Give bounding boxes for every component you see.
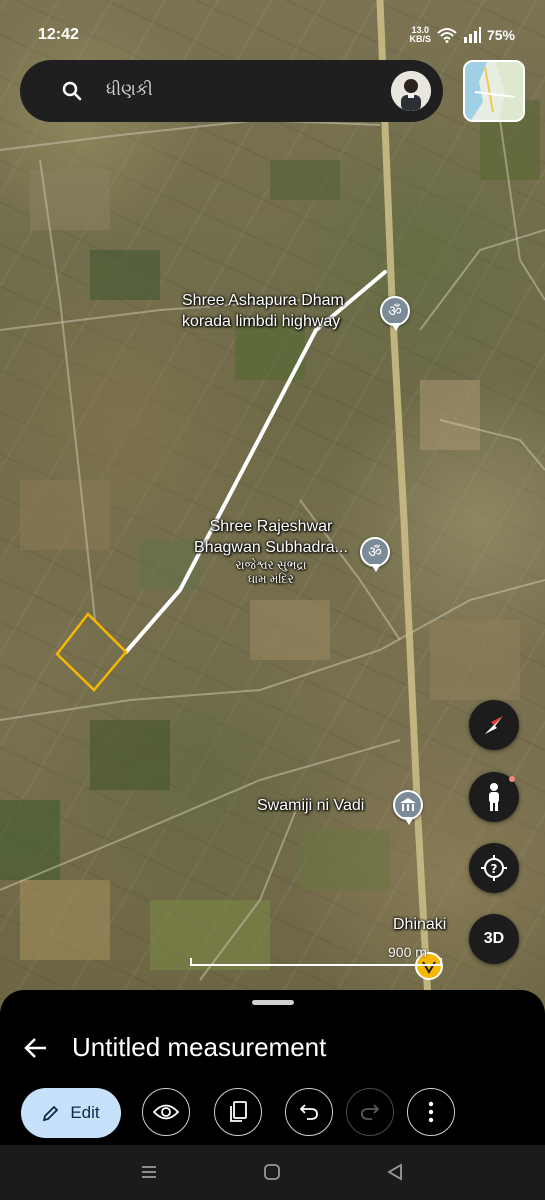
place-pin-rajeshwar[interactable]: ॐ — [360, 537, 390, 572]
search-icon[interactable] — [62, 81, 82, 101]
place-name-line1: Shree Rajeshwar — [209, 518, 333, 535]
place-name-line1: Shree Ashapura Dham — [182, 292, 344, 309]
om-symbol-icon: ॐ — [368, 544, 382, 561]
more-options-button[interactable] — [407, 1088, 455, 1136]
copy-icon — [230, 1101, 247, 1122]
redo-icon — [361, 1104, 380, 1120]
scale-bar — [190, 958, 442, 966]
network-speed: 13.0 KB/S — [409, 26, 431, 44]
place-name-line2: Bhagwan Subhadra... — [194, 539, 348, 556]
copy-button[interactable] — [214, 1088, 262, 1136]
pegman-icon — [489, 783, 499, 811]
place-label-swamiji[interactable]: Swamiji ni Vadi — [257, 795, 364, 816]
system-nav-bar — [0, 1145, 545, 1200]
svg-text:?: ? — [491, 862, 498, 876]
profile-photo — [391, 71, 431, 111]
measurement-title: Untitled measurement — [72, 1032, 327, 1062]
recent-apps-icon[interactable] — [140, 1163, 158, 1181]
measurement-polygon — [55, 612, 128, 692]
place-pin-ashapura[interactable]: ॐ — [380, 296, 410, 331]
edit-button[interactable]: Edit — [21, 1088, 121, 1138]
place-name-line2: korada limbdi highway — [182, 313, 341, 330]
battery-level: 75% — [486, 27, 515, 43]
back-arrow-icon[interactable] — [22, 1034, 50, 1062]
back-nav-icon[interactable] — [386, 1163, 404, 1181]
3d-toggle-button[interactable]: 3D — [469, 914, 519, 964]
temple-icon — [400, 798, 416, 811]
compass-icon — [485, 716, 503, 734]
location-unknown-icon: ? — [481, 855, 507, 881]
place-label-rajeshwar[interactable]: Shree Rajeshwar Bhagwan Subhadra... રાજે… — [176, 516, 366, 586]
wifi-icon — [437, 28, 457, 43]
search-query[interactable]: ધીણકી — [106, 80, 153, 100]
place-label-ashapura[interactable]: Shree Ashapura Dham korada limbdi highwa… — [182, 290, 344, 332]
om-symbol-icon: ॐ — [388, 303, 402, 320]
edit-label: Edit — [70, 1103, 100, 1122]
home-icon[interactable] — [263, 1163, 281, 1181]
map-layers-button[interactable] — [463, 60, 525, 122]
compass-button[interactable] — [469, 700, 519, 750]
place-label-dhinaki[interactable]: Dhinaki — [393, 914, 446, 935]
visibility-button[interactable] — [142, 1088, 190, 1136]
pencil-icon — [43, 1105, 59, 1122]
street-view-button[interactable] — [469, 772, 519, 822]
place-pin-swamiji[interactable] — [393, 790, 423, 825]
notification-dot — [509, 776, 515, 782]
map-thumbnail-icon — [465, 62, 523, 120]
more-vertical-icon — [428, 1101, 434, 1123]
search-bar[interactable]: ધીણકી — [20, 60, 443, 122]
measurement-sheet: Untitled measurement Edit — [0, 990, 545, 1145]
status-icons: 13.0 KB/S 75% — [409, 26, 515, 44]
drag-handle[interactable] — [252, 1000, 294, 1005]
satellite-map[interactable]: 12:42 13.0 KB/S 75% ધીણકી Shree Ashapura… — [0, 0, 545, 1000]
status-time: 12:42 — [38, 26, 79, 43]
undo-icon — [299, 1104, 318, 1120]
eye-icon — [153, 1104, 179, 1120]
avatar[interactable] — [391, 71, 431, 111]
speed-unit: KB/S — [409, 34, 431, 44]
place-subname-line1: રાજેશ્વર સુભદ્રા — [235, 558, 307, 572]
place-subname-line2: ધામ મંદિર — [247, 572, 295, 586]
my-location-button[interactable]: ? — [469, 843, 519, 893]
redo-button[interactable] — [346, 1088, 394, 1136]
undo-button[interactable] — [285, 1088, 333, 1136]
map-overlay — [0, 0, 545, 1000]
signal-icon — [463, 27, 481, 43]
